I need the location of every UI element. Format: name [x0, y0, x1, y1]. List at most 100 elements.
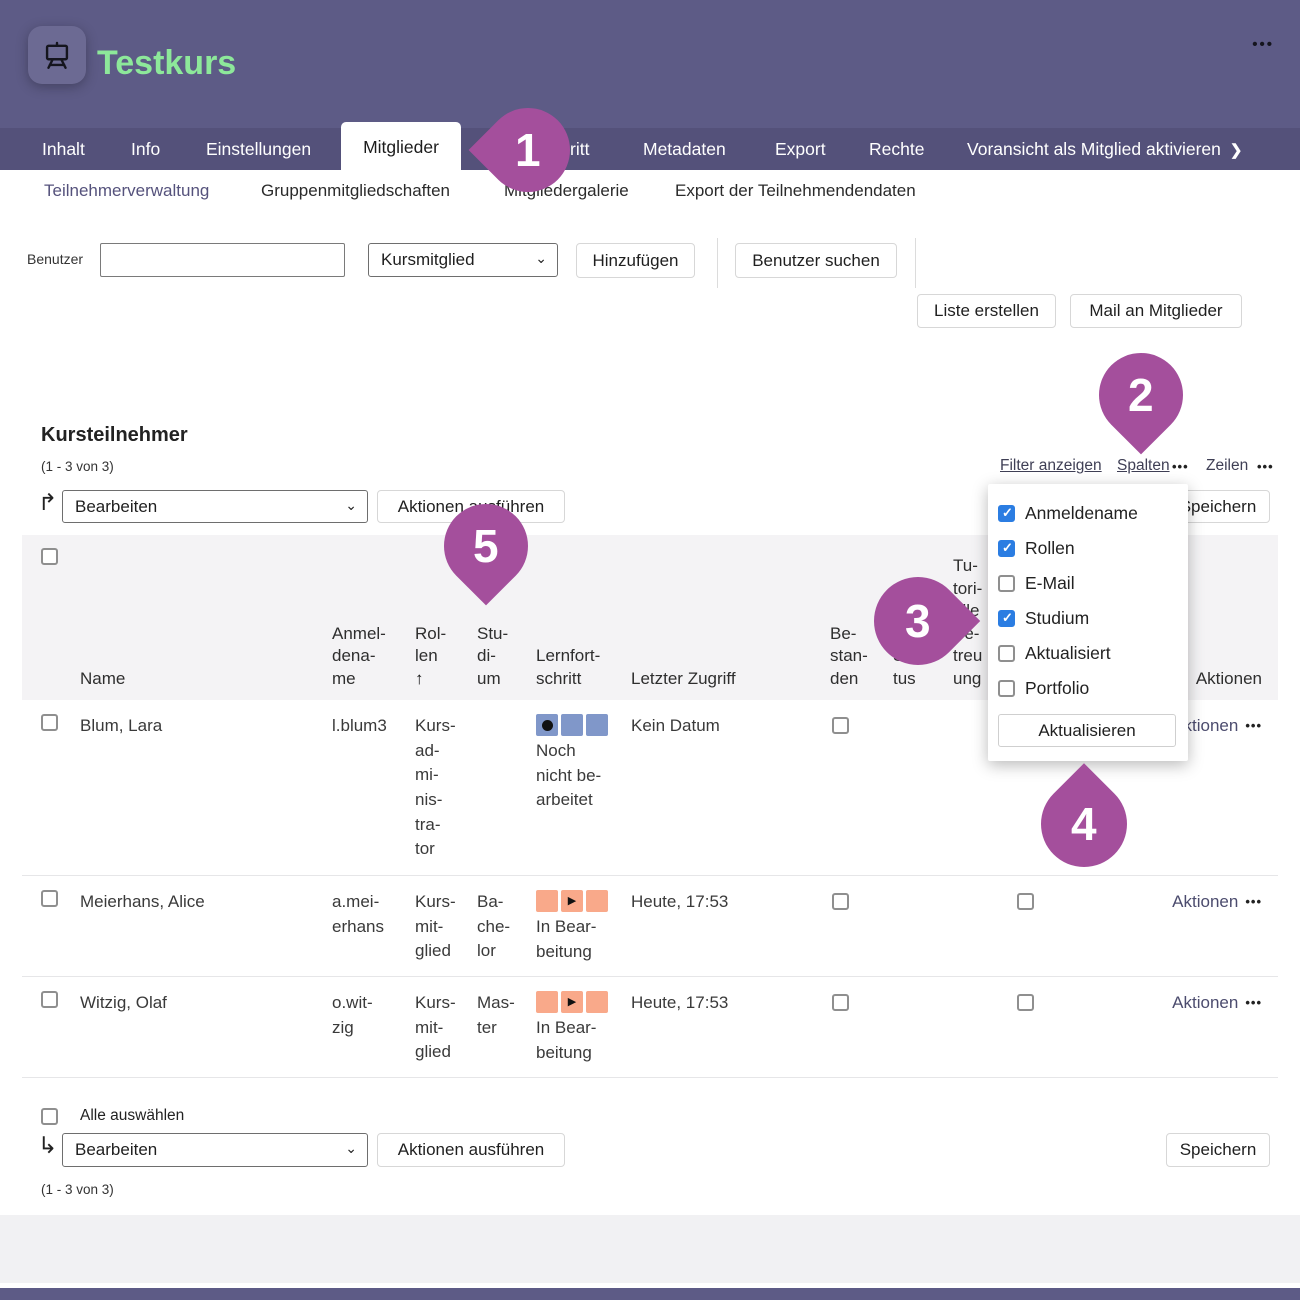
row-checkbox[interactable] [41, 714, 58, 731]
select-all-row: Alle auswählen [22, 1078, 1278, 1137]
page: Testkurs ••• Inhalt Info Einstellungen M… [0, 0, 1300, 1300]
cell-login: o.wit- zig [332, 977, 415, 1077]
columns-link[interactable]: Spalten [1117, 457, 1170, 475]
callout-2-pin: 2 [1082, 336, 1201, 455]
cell-login: l.blum3 [332, 700, 415, 875]
col-progress[interactable]: Lernfort- schritt [536, 535, 631, 700]
columns-more-icon[interactable]: ••• [1172, 459, 1189, 474]
col-name[interactable]: Name [80, 535, 332, 700]
column-option-studium[interactable]: Studium [998, 601, 1178, 636]
save-button-bottom[interactable]: Speichern [1166, 1133, 1270, 1167]
subnav-gruppenmitgliedschaften[interactable]: Gruppenmitgliedschaften [261, 181, 450, 201]
checkbox[interactable] [998, 540, 1015, 557]
show-filter-link[interactable]: Filter anzeigen [1000, 457, 1102, 475]
result-count-top: (1 - 3 von 3) [41, 459, 114, 474]
mail-members-button[interactable]: Mail an Mitglieder [1070, 294, 1242, 328]
rows-more-icon[interactable]: ••• [1257, 459, 1274, 474]
tab-voransicht[interactable]: Voransicht als Mitglied aktivieren❯ [967, 128, 1242, 170]
checkbox[interactable] [998, 610, 1015, 627]
progress-icon-in-progress: ▶ [536, 890, 631, 912]
tab-metadaten[interactable]: Metadaten [643, 128, 726, 170]
select-all-label: Alle auswählen [80, 1107, 184, 1125]
divider [717, 238, 718, 288]
cell-progress: Noch nicht be- arbeitet [536, 700, 631, 875]
checkbox[interactable] [998, 645, 1015, 662]
table-row: Witzig, Olaf o.wit- zig Kurs- mit- glied… [22, 977, 1278, 1078]
passed-checkbox[interactable] [832, 717, 849, 734]
progress-dot [542, 720, 553, 731]
subnav-teilnehmerverwaltung[interactable]: Teilnehmerverwaltung [44, 181, 209, 201]
progress-label: In Bear- beitung [536, 1016, 631, 1065]
column-option-anmeldename[interactable]: Anmeldename [998, 496, 1178, 531]
add-button[interactable]: Hinzufügen [576, 243, 695, 278]
execute-actions-button-bottom[interactable]: Aktionen ausführen [377, 1133, 565, 1167]
bulk-action-select-bottom[interactable]: Bearbeiten ⌄ [62, 1133, 368, 1167]
tab-export[interactable]: Export [775, 128, 826, 170]
role-select[interactable]: Kursmitglied ⌄ [368, 243, 558, 277]
row-actions-more-icon[interactable]: ••• [1245, 991, 1262, 1013]
course-header: Testkurs ••• Inhalt Info Einstellungen M… [0, 0, 1300, 170]
tab-info[interactable]: Info [131, 128, 160, 170]
members-subnav: Teilnehmerverwaltung Gruppenmitgliedscha… [0, 170, 1300, 216]
column-option-portfolio[interactable]: Portfolio [998, 671, 1178, 706]
row-actions-link[interactable]: Aktionen [1172, 890, 1238, 915]
tab-einstellungen[interactable]: Einstellungen [206, 128, 311, 170]
cell-name: Blum, Lara [80, 700, 332, 875]
select-all-checkbox[interactable] [41, 1108, 58, 1125]
sort-asc-icon[interactable]: ↑ [415, 669, 424, 688]
column-option-aktualisiert[interactable]: Aktualisiert [998, 636, 1178, 671]
cell-roles: Kurs- ad- mi- nis- tra- tor [415, 700, 477, 875]
tab-mitglieder-active[interactable]: Mitglieder [341, 122, 461, 172]
search-users-button[interactable]: Benutzer suchen [735, 243, 897, 278]
row-checkbox[interactable] [41, 890, 58, 907]
play-icon: ▶ [568, 896, 576, 907]
cell-last-access: Heute, 17:53 [631, 977, 830, 1077]
progress-icon-in-progress: ▶ [536, 991, 631, 1013]
progress-icon-not-started [536, 714, 631, 736]
divider [915, 238, 916, 288]
subnav-export-teilnehmendendaten[interactable]: Export der Teilnehmendendaten [675, 181, 916, 201]
checkbox[interactable] [998, 505, 1015, 522]
tutoring-checkbox[interactable] [1017, 893, 1034, 910]
column-option-rollen[interactable]: Rollen [998, 531, 1178, 566]
course-easel-icon [28, 26, 86, 84]
row-actions-link[interactable]: Aktionen [1172, 991, 1238, 1016]
footer-spacer [0, 1215, 1300, 1283]
row-actions-more-icon[interactable]: ••• [1245, 890, 1262, 912]
chevron-right-icon: ❯ [1230, 142, 1243, 159]
update-columns-button[interactable]: Aktualisieren [998, 714, 1176, 747]
rows-link[interactable]: Zeilen [1206, 457, 1248, 475]
bulk-action-select-top[interactable]: Bearbeiten ⌄ [62, 490, 368, 523]
cell-progress: ▶ In Bear- beitung [536, 977, 631, 1077]
tutoring-checkbox[interactable] [1017, 994, 1034, 1011]
chevron-down-icon: ⌄ [345, 498, 357, 512]
footer-bar [0, 1288, 1300, 1300]
tab-partially-hidden[interactable]: ritt [570, 128, 589, 170]
tab-rechte[interactable]: Rechte [869, 128, 924, 170]
progress-label: Noch nicht be- arbeitet [536, 739, 631, 813]
cell-studies [477, 700, 536, 875]
passed-checkbox[interactable] [832, 994, 849, 1011]
course-tabbar: Inhalt Info Einstellungen Mitglieder rit… [0, 128, 1300, 170]
passed-checkbox[interactable] [832, 893, 849, 910]
course-title: Testkurs [97, 44, 236, 83]
cell-login: a.mei- erhans [332, 876, 415, 976]
tab-inhalt[interactable]: Inhalt [42, 128, 85, 170]
checkbox[interactable] [998, 680, 1015, 697]
cell-status [893, 876, 953, 976]
apply-up-arrow-icon: ↱ [38, 489, 57, 516]
cell-roles: Kurs- mit- glied [415, 876, 477, 976]
col-login[interactable]: Anmel- dena- me [332, 535, 415, 700]
user-search-input[interactable] [100, 243, 345, 277]
cell-last-access: Heute, 17:53 [631, 876, 830, 976]
row-checkbox[interactable] [41, 991, 58, 1008]
col-last-access[interactable]: Letzter Zugriff [631, 535, 830, 700]
row-actions-more-icon[interactable]: ••• [1245, 714, 1262, 736]
select-all-header-checkbox[interactable] [41, 548, 58, 565]
column-option-email[interactable]: E-Mail [998, 566, 1178, 601]
create-list-button[interactable]: Liste erstellen [917, 294, 1056, 328]
checkbox[interactable] [998, 575, 1015, 592]
progress-label: In Bear- beitung [536, 915, 631, 964]
cell-name: Witzig, Olaf [80, 977, 332, 1077]
header-more-menu-icon[interactable]: ••• [1252, 36, 1274, 53]
